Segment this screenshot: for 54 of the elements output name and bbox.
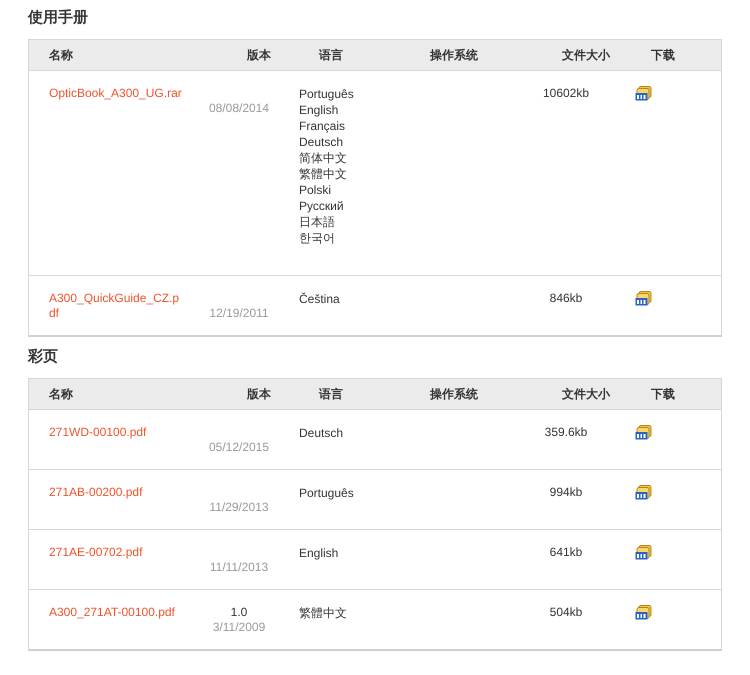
language-text: Русский [299, 198, 344, 214]
zip-download-icon[interactable] [635, 291, 652, 306]
column-header: 语言 [319, 386, 344, 402]
file-link[interactable]: 271AB-00200.pdf [49, 485, 185, 500]
column-header: 文件大小 [561, 46, 612, 64]
language-text: Português [299, 485, 354, 501]
language-text: Português [299, 86, 354, 102]
version-number: 1.0 [230, 605, 248, 620]
file-link[interactable]: 271AE-00702.pdf [49, 545, 185, 560]
version-date: 08/08/2014 [208, 101, 270, 116]
file-size: 359.6kb [544, 425, 588, 439]
file-size: 504kb [550, 605, 582, 619]
language-text: 简体中文 [299, 150, 347, 166]
zip-download-icon[interactable] [635, 485, 652, 500]
language-text: 한국어 [299, 230, 335, 246]
section-title: 使用手册 [28, 8, 88, 27]
file-size: 846kb [550, 291, 582, 305]
column-header: 版本 [246, 386, 272, 402]
column-header: 操作系统 [428, 386, 479, 402]
language-text: English [299, 102, 338, 118]
language-text: 繁體中文 [299, 605, 347, 621]
language-text: Français [299, 118, 346, 134]
column-header: 下载 [651, 46, 676, 64]
file-size: 994kb [550, 485, 582, 499]
file-link[interactable]: 271WD-00100.pdf [49, 425, 185, 440]
zip-download-icon[interactable] [635, 605, 652, 620]
version-date: 05/12/2015 [208, 440, 270, 455]
language-text: Deutsch [299, 425, 344, 441]
file-size: 10602kb [542, 86, 590, 100]
language-text: English [299, 545, 338, 561]
zip-download-icon[interactable] [635, 86, 652, 101]
zip-download-icon[interactable] [635, 545, 652, 560]
column-header: 语言 [319, 46, 344, 64]
file-link[interactable]: A300_271AT-00100.pdf [49, 605, 185, 620]
language-text: Čeština [299, 291, 340, 307]
section-title: 彩页 [28, 347, 58, 366]
language-text: 繁體中文 [299, 166, 347, 182]
file-link[interactable]: OpticBook_A300_UG.rar [49, 86, 185, 101]
column-header: 文件大小 [561, 386, 612, 402]
column-header: 名称 [49, 386, 74, 402]
language-text: Deutsch [299, 134, 344, 150]
column-header: 下载 [651, 386, 676, 402]
version-date: 3/11/2009 [212, 620, 266, 635]
language-text: 日本語 [299, 214, 335, 230]
column-header: 操作系统 [428, 46, 479, 64]
file-size: 641kb [550, 545, 582, 559]
version-date: 12/19/2011 [209, 306, 269, 321]
language-text: Polski [299, 182, 332, 198]
column-header: 版本 [246, 46, 272, 64]
version-date: 11/11/2013 [210, 560, 268, 575]
file-link[interactable]: A300_QuickGuide_CZ.pdf [49, 291, 185, 321]
zip-download-icon[interactable] [635, 425, 652, 440]
version-date: 11/29/2013 [209, 500, 269, 515]
column-header: 名称 [49, 46, 74, 64]
